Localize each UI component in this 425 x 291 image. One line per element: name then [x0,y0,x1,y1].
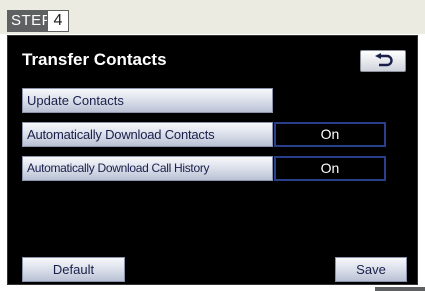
auto-download-contacts-status: On [274,122,386,147]
save-button[interactable]: Save [335,257,407,282]
back-button[interactable] [360,50,406,72]
page-title: Transfer Contacts [22,50,167,69]
step-header: STEP 4 [0,0,425,34]
step-label: STEP [7,10,52,32]
image-code-strip [375,287,425,291]
update-contacts-button[interactable]: Update Contacts [22,88,273,113]
auto-download-call-history-status: On [274,156,386,181]
auto-download-call-history-button[interactable]: Automatically Download Call History [22,156,273,181]
auto-download-contacts-button[interactable]: Automatically Download Contacts [22,122,273,147]
return-arrow-icon [375,53,393,67]
step-number: 4 [47,10,69,32]
transfer-contacts-screen: Transfer Contacts Update Contacts Automa… [7,35,418,285]
default-button[interactable]: Default [22,257,125,282]
